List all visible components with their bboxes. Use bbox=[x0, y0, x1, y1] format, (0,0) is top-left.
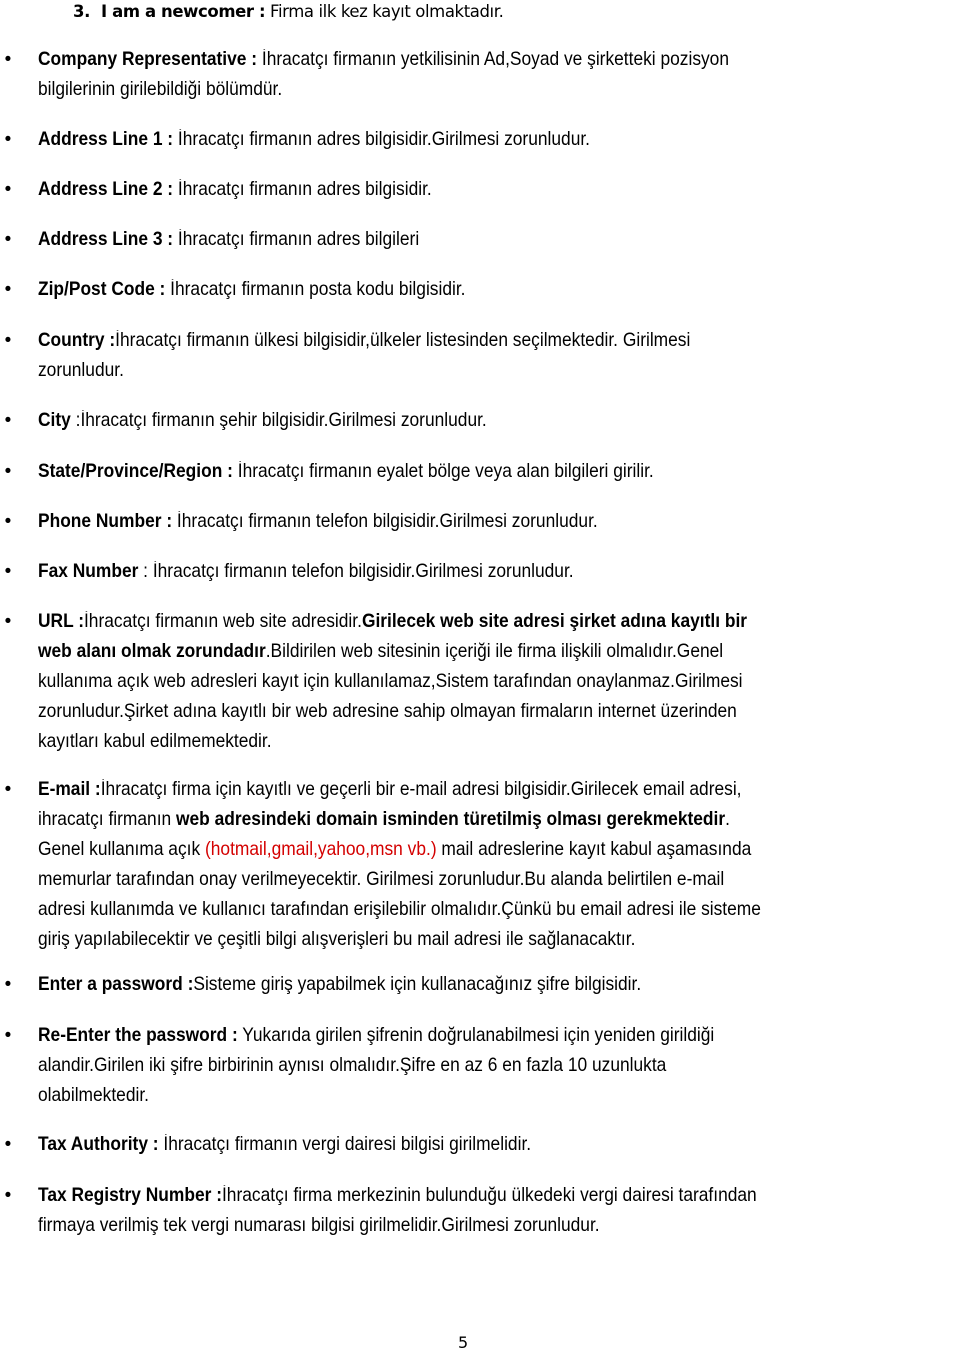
bullet-icon: • bbox=[4, 49, 12, 70]
description-text: İhracatçı firmanın adres bilgisidir.Giri… bbox=[173, 129, 591, 150]
description-text: İhracatçı firmanın telefon bilgisidir.Gi… bbox=[172, 511, 598, 532]
field-label: Address Line 2 : bbox=[38, 179, 174, 200]
section-heading-text: Firma ilk kez kayıt olmaktadır. bbox=[265, 2, 504, 21]
description-text: Sisteme giriş yapabilmek için kullanacağ… bbox=[193, 974, 642, 995]
bullet-icon: • bbox=[4, 511, 12, 532]
bullet-icon: • bbox=[4, 611, 12, 632]
bullet-icon: • bbox=[4, 561, 12, 582]
field-label: Country : bbox=[38, 330, 116, 351]
description-text: bilgilerinin girilebildiği bölümdür. bbox=[38, 79, 283, 100]
field-label: Phone Number : bbox=[38, 511, 173, 532]
list-item-text: Zip/Post Code : İhracatçı firmanın posta… bbox=[38, 275, 960, 305]
field-label: Re-Enter the password : bbox=[38, 1025, 238, 1046]
field-label: Address Line 3 : bbox=[38, 229, 174, 250]
list-item-text: Country :İhracatçı firmanın ülkesi bilgi… bbox=[38, 326, 960, 386]
description-text: İhracatçı firmanın adres bilgileri bbox=[173, 229, 420, 250]
bullet-icon: • bbox=[4, 779, 12, 800]
description-text: kullanıma açık web adresleri kayıt için … bbox=[38, 671, 743, 692]
description-text: .Bildirilen web sitesinin içeriği ile fi… bbox=[265, 641, 724, 662]
bullet-icon: • bbox=[4, 229, 12, 250]
description-text: İhracatçı firmanın ülkesi bilgisidir,ülk… bbox=[115, 330, 691, 351]
description-text: alandir.Girilen iki şifre birbirinin ayn… bbox=[38, 1055, 667, 1076]
list-item-text: City :İhracatçı firmanın şehir bilgisidi… bbox=[38, 406, 960, 436]
list-item-text: State/Province/Region : İhracatçı firman… bbox=[38, 457, 960, 487]
field-label: Address Line 1 : bbox=[38, 129, 174, 150]
description-text: ihracatçı firmanın bbox=[38, 809, 177, 830]
list-item-text: Re-Enter the password : Yukarıda girilen… bbox=[38, 1021, 960, 1111]
bullet-icon: • bbox=[4, 461, 12, 482]
emphasized-text: web alanı olmak zorundadır bbox=[38, 641, 266, 662]
list-item-text: Enter a password :Sisteme giriş yapabilm… bbox=[38, 970, 960, 1000]
description-text: giriş yapılabilecektir ve çeşitli bilgi … bbox=[38, 929, 636, 950]
field-label: Tax Authority : bbox=[38, 1134, 159, 1155]
list-item-text: Phone Number : İhracatçı firmanın telefo… bbox=[38, 507, 960, 537]
field-label: Zip/Post Code : bbox=[38, 279, 166, 300]
bullet-icon: • bbox=[4, 410, 12, 431]
list-item-text: Tax Registry Number :İhracatçı firma mer… bbox=[38, 1181, 960, 1241]
section-heading: 3. I am a newcomer : Firma ilk kez kayıt … bbox=[73, 0, 504, 27]
description-text: İhracatçı firmanın eyalet bölge veya ala… bbox=[232, 461, 654, 482]
field-label: Enter a password : bbox=[38, 974, 194, 995]
list-item-text: Address Line 2 : İhracatçı firmanın adre… bbox=[38, 175, 960, 205]
list-item-text: Company Representative : İhracatçı firma… bbox=[38, 45, 960, 105]
field-label: State/Province/Region : bbox=[38, 461, 233, 482]
list-item-text: Address Line 1 : İhracatçı firmanın adre… bbox=[38, 125, 960, 155]
section-number: 3. bbox=[73, 2, 90, 21]
description-text: : İhracatçı firmanın telefon bilgisidir.… bbox=[138, 561, 574, 582]
description-text: İhracatçı firmanın adres bilgisidir. bbox=[173, 179, 432, 200]
description-text: İhracatçı firmanın yetkilisinin Ad,Soyad… bbox=[257, 49, 730, 70]
bullet-icon: • bbox=[4, 179, 12, 200]
description-text: İhracatçı firma merkezinin bulunduğu ülk… bbox=[221, 1185, 757, 1206]
description-text: mail adreslerine kayıt kabul aşamasında bbox=[436, 839, 752, 860]
description-text: İhracatçı firmanın posta kodu bilgisidir… bbox=[165, 279, 466, 300]
description-text: Genel kullanıma açık bbox=[38, 839, 205, 860]
list-item-text: E-mail :İhracatçı firma için kayıtlı ve … bbox=[38, 775, 960, 955]
field-label: Fax Number bbox=[38, 561, 139, 582]
emphasized-text: web adresindeki domain isminden türetilm… bbox=[176, 809, 726, 830]
description-text: memurlar tarafından onay verilmeyecektir… bbox=[38, 869, 725, 890]
list-item-text: Fax Number : İhracatçı firmanın telefon … bbox=[38, 557, 960, 587]
description-text: Yukarıda girilen şifrenin doğrulanabilme… bbox=[237, 1025, 715, 1046]
description-text: adresi kullanımda ve kullanıcı tarafında… bbox=[38, 899, 761, 920]
bullet-icon: • bbox=[4, 129, 12, 150]
description-text: :İhracatçı firmanın şehir bilgisidir.Gir… bbox=[70, 410, 487, 431]
description-text: zorunludur.Şirket adına kayıtlı bir web … bbox=[38, 701, 737, 722]
bullet-icon: • bbox=[4, 330, 12, 351]
list-item-text: Address Line 3 : İhracatçı firmanın adre… bbox=[38, 225, 960, 255]
description-text: firmaya verilmiş tek vergi numarası bilg… bbox=[38, 1215, 600, 1236]
list-item-text: URL :İhracatçı firmanın web site adresid… bbox=[38, 607, 960, 757]
description-text: İhracatçı firmanın web site adresidir. bbox=[83, 611, 362, 632]
section-heading-label: I am a newcomer : bbox=[101, 2, 266, 21]
bullet-icon: • bbox=[4, 1025, 12, 1046]
field-label: Company Representative : bbox=[38, 49, 258, 70]
field-label: City bbox=[38, 410, 71, 431]
bullet-icon: • bbox=[4, 1134, 12, 1155]
description-text: olabilmektedir. bbox=[38, 1085, 150, 1106]
page-number: 5 bbox=[458, 1333, 469, 1352]
field-label: URL : bbox=[38, 611, 84, 632]
list-item-text: Tax Authority : İhracatçı firmanın vergi… bbox=[38, 1130, 960, 1160]
field-label: Tax Registry Number : bbox=[38, 1185, 222, 1206]
bullet-icon: • bbox=[4, 974, 12, 995]
description-text: zorunludur. bbox=[38, 360, 124, 381]
description-text: . bbox=[725, 809, 730, 830]
emphasized-text: Girilecek web site adresi şirket adına k… bbox=[361, 611, 748, 632]
field-label: E-mail : bbox=[38, 779, 101, 800]
description-text: kayıtları kabul edilmemektedir. bbox=[38, 731, 272, 752]
bullet-icon: • bbox=[4, 279, 12, 300]
description-text: İhracatçı firmanın vergi dairesi bilgisi… bbox=[158, 1134, 532, 1155]
bullet-icon: • bbox=[4, 1185, 12, 1206]
highlighted-text: (hotmail,gmail,yahoo,msn vb.) bbox=[204, 839, 437, 860]
description-text: İhracatçı firma için kayıtlı ve geçerli … bbox=[100, 779, 742, 800]
